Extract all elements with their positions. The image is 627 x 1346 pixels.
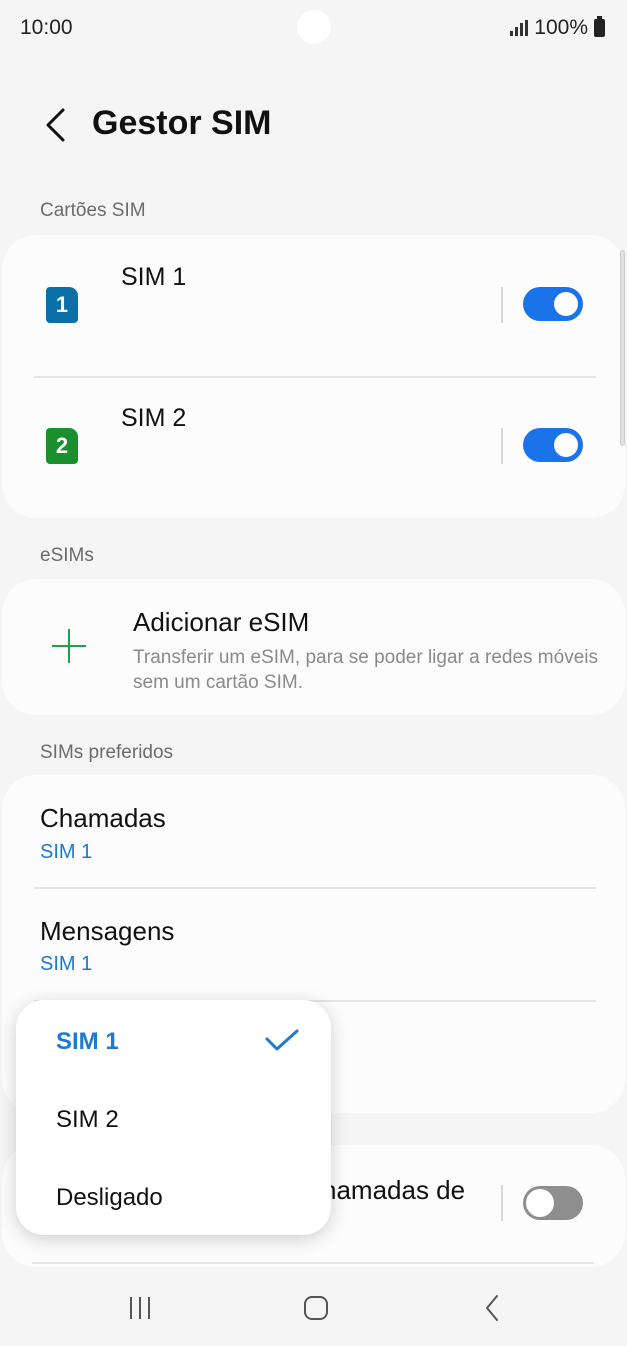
recent-apps-button[interactable]	[115, 1286, 165, 1330]
sim-select-popup: SIM 1 SIM 2 Desligado	[16, 1000, 331, 1235]
row-divider	[501, 1185, 503, 1221]
home-button[interactable]	[291, 1286, 341, 1330]
sim-row-1[interactable]: 1 SIM 1	[2, 235, 625, 375]
back-button[interactable]	[30, 100, 80, 150]
recent-apps-icon	[130, 1297, 150, 1319]
popup-option-off[interactable]: Desligado	[56, 1184, 163, 1212]
add-esim-title: Adicionar eSIM	[133, 607, 310, 637]
sim-1-icon: 1	[46, 287, 78, 323]
sim-cards-card: 1 SIM 1 2 SIM 2	[2, 235, 625, 518]
battery-icon	[594, 16, 605, 37]
home-icon	[304, 1296, 328, 1320]
nav-back-button[interactable]	[467, 1286, 517, 1330]
popup-option-sim-1[interactable]: SIM 1	[56, 1028, 119, 1056]
status-indicators: 100%	[510, 16, 605, 40]
page-title: Gestor SIM	[92, 104, 272, 142]
calls-setting-title: hamadas de	[322, 1175, 466, 1205]
battery-percent: 100%	[534, 16, 588, 39]
app-header: Gestor SIM	[0, 90, 627, 160]
signal-icon	[510, 20, 529, 36]
popup-option-sim-2[interactable]: SIM 2	[56, 1106, 119, 1134]
sim-2-name: SIM 2	[121, 404, 187, 432]
back-icon	[486, 1295, 498, 1321]
section-label-esims: eSIMs	[40, 545, 94, 566]
sim-2-icon: 2	[46, 428, 78, 464]
add-esim-row[interactable]: Adicionar eSIM Transferir um eSIM, para …	[2, 579, 625, 715]
list-divider	[32, 1262, 594, 1264]
add-esim-description: Transferir um eSIM, para se poder ligar …	[133, 647, 598, 693]
section-label-preferred: SIMs preferidos	[40, 742, 174, 763]
preferred-calls-row[interactable]: Chamadas SIM 1	[2, 775, 625, 887]
scrollbar[interactable]	[620, 250, 625, 446]
preferred-messages-row[interactable]: Mensagens SIM 1	[2, 889, 625, 999]
status-time: 10:00	[20, 16, 73, 39]
section-label-sim-cards: Cartões SIM	[40, 200, 146, 221]
preferred-calls-value: SIM 1	[40, 841, 93, 863]
row-divider	[501, 287, 503, 323]
row-divider	[501, 428, 503, 464]
navigation-bar	[0, 1268, 627, 1346]
preferred-messages-title: Mensagens	[40, 916, 175, 946]
sim-1-toggle[interactable]	[523, 287, 583, 321]
sim-1-name: SIM 1	[121, 263, 187, 291]
plus-icon	[52, 629, 86, 663]
preferred-messages-value: SIM 1	[40, 953, 93, 975]
sim-2-toggle[interactable]	[523, 428, 583, 462]
sim-row-2[interactable]: 2 SIM 2	[2, 378, 625, 518]
check-icon	[265, 1029, 299, 1051]
camera-cutout	[297, 10, 331, 44]
preferred-calls-title: Chamadas	[40, 803, 166, 833]
status-bar: 10:00 100%	[0, 0, 627, 56]
calls-setting-toggle[interactable]	[523, 1186, 583, 1220]
chevron-left-icon	[46, 108, 65, 142]
